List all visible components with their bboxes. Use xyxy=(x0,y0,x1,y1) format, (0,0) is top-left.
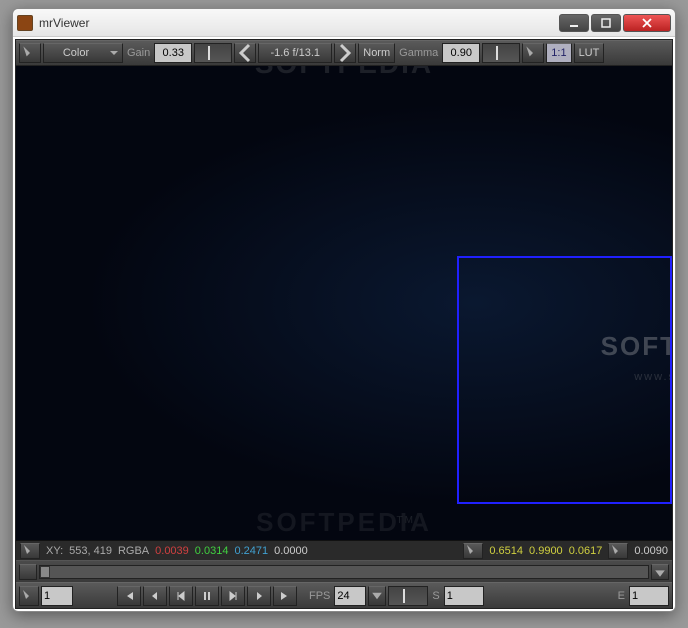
blue-value: 0.2471 xyxy=(234,545,268,557)
fps-input[interactable] xyxy=(334,586,366,606)
window-title: mrViewer xyxy=(39,16,559,30)
goto-start-button[interactable] xyxy=(117,586,141,606)
start-label: S xyxy=(430,590,441,602)
step-back-button[interactable] xyxy=(143,586,167,606)
speed-slider[interactable] xyxy=(388,586,428,606)
info-pin2-icon[interactable] xyxy=(463,543,483,559)
play-fwd-button[interactable] xyxy=(221,586,245,606)
hue-value: 0.6514 xyxy=(489,545,523,557)
color-menu-label: Color xyxy=(63,47,89,59)
minimize-button[interactable] xyxy=(559,14,589,32)
gamma-label: Gamma xyxy=(397,47,440,59)
lum-value: 0.0090 xyxy=(634,545,668,557)
timeline-track[interactable] xyxy=(39,565,649,579)
gain-label: Gain xyxy=(125,47,152,59)
xy-value: 553, 419 xyxy=(69,545,112,557)
titlebar: mrViewer xyxy=(13,9,675,37)
gain-input[interactable] xyxy=(154,43,192,63)
watermark-top: SOFTPEDIA xyxy=(255,66,433,80)
ratio-button[interactable]: 1:1 xyxy=(546,43,571,63)
playbar-pin-icon[interactable] xyxy=(19,586,39,606)
fstop-prev-button[interactable] xyxy=(234,43,256,63)
gain-slider[interactable] xyxy=(194,43,232,63)
goto-end-button[interactable] xyxy=(273,586,297,606)
end-label: E xyxy=(616,590,627,602)
timeline-end-button[interactable] xyxy=(651,564,669,580)
pin2-icon[interactable] xyxy=(522,43,544,63)
frame-input[interactable] xyxy=(41,586,73,606)
watermark-tm: TM xyxy=(396,515,414,526)
play-back-button[interactable] xyxy=(169,586,193,606)
app-icon xyxy=(17,15,33,31)
viewport[interactable]: SOFTPEDIA SOFT www.s SOFTPEDIA TM xyxy=(16,66,672,540)
gamma-slider[interactable] xyxy=(482,43,520,63)
selection-box[interactable] xyxy=(457,256,672,504)
fstop-next-button[interactable] xyxy=(334,43,356,63)
green-value: 0.0314 xyxy=(195,545,229,557)
maximize-button[interactable] xyxy=(591,14,621,32)
info-pin3-icon[interactable] xyxy=(608,543,628,559)
pause-button[interactable] xyxy=(195,586,219,606)
val-value: 0.0617 xyxy=(569,545,603,557)
fps-menu-button[interactable] xyxy=(368,586,386,606)
timeline-start-button[interactable] xyxy=(19,564,37,580)
close-button[interactable] xyxy=(623,14,671,32)
fstop-display: -1.6 f/13.1 xyxy=(258,43,332,63)
sat-value: 0.9900 xyxy=(529,545,563,557)
timeline xyxy=(16,560,672,582)
red-value: 0.0039 xyxy=(155,545,189,557)
pixel-info-bar: XY: 553, 419 RGBA 0.0039 0.0314 0.2471 0… xyxy=(16,540,672,560)
info-pin1-icon[interactable] xyxy=(20,543,40,559)
top-toolbar: Color Gain -1.6 f/13.1 Norm Gamma 1:1 LU… xyxy=(16,40,672,66)
alpha-value: 0.0000 xyxy=(274,545,308,557)
pin-icon[interactable] xyxy=(19,43,41,63)
rgba-label: RGBA xyxy=(118,545,149,557)
playback-bar: FPS S E xyxy=(16,582,672,608)
color-menu[interactable]: Color xyxy=(43,43,123,63)
gamma-input[interactable] xyxy=(442,43,480,63)
step-fwd-button[interactable] xyxy=(247,586,271,606)
start-frame-input[interactable] xyxy=(444,586,484,606)
fps-label: FPS xyxy=(307,590,332,602)
normalize-button[interactable]: Norm xyxy=(358,43,395,63)
end-frame-input[interactable] xyxy=(629,586,669,606)
lut-button[interactable]: LUT xyxy=(574,43,605,63)
xy-label: XY: xyxy=(46,545,63,557)
